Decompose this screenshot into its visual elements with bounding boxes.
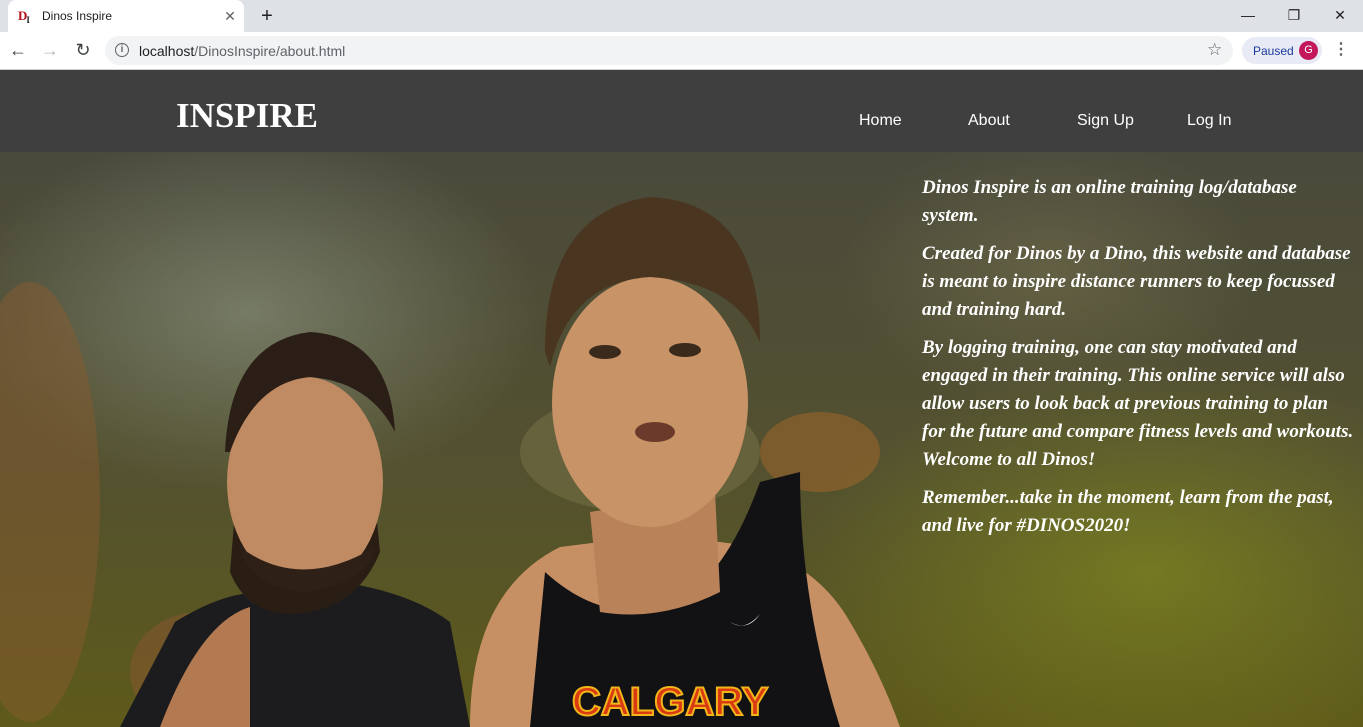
- about-paragraph-closing: Remember...take in the moment, learn fro…: [922, 487, 1334, 536]
- forward-arrow-icon[interactable]: →: [38, 38, 62, 62]
- browser-tabstrip: DI Dinos Inspire ✕ + — ❐ ✕: [0, 0, 1363, 32]
- site-favicon-icon: DI: [18, 8, 30, 25]
- kebab-menu-icon[interactable]: ⋮: [1331, 40, 1351, 60]
- about-paragraph-purpose: Created for Dinos by a Dino, this websit…: [922, 243, 1351, 320]
- hero-photo: CALGARY Dinos Inspire is an online train…: [0, 152, 1363, 727]
- window-close-icon[interactable]: ✕: [1317, 0, 1363, 30]
- about-text-block: Dinos Inspire is an online training log/…: [922, 174, 1354, 550]
- about-paragraph-benefits: By logging training, one can stay motiva…: [922, 337, 1354, 470]
- url-host: localhost: [139, 43, 195, 59]
- bookmark-star-icon[interactable]: ☆: [1207, 40, 1222, 60]
- url-path: /DinosInspire/about.html: [194, 43, 346, 59]
- tab-title: Dinos Inspire: [42, 9, 113, 23]
- nav-link-about[interactable]: About: [968, 112, 1010, 130]
- new-tab-icon[interactable]: +: [256, 5, 278, 27]
- browser-tab[interactable]: DI Dinos Inspire ✕: [8, 0, 244, 32]
- back-arrow-icon[interactable]: ←: [6, 38, 30, 62]
- url-text[interactable]: localhost/DinosInspire/about.html: [139, 43, 345, 59]
- site-info-icon[interactable]: i: [115, 43, 129, 57]
- avatar: G: [1299, 41, 1318, 60]
- close-tab-icon[interactable]: ✕: [222, 8, 238, 24]
- reload-icon[interactable]: ↻: [71, 38, 95, 62]
- nav-link-home[interactable]: Home: [859, 112, 902, 130]
- sync-status-label: Paused: [1253, 44, 1294, 58]
- site-brand[interactable]: INSPIRE: [176, 96, 318, 136]
- browser-toolbar: ← → ↻ i localhost/DinosInspire/about.htm…: [0, 32, 1363, 70]
- jersey-text: CALGARY: [572, 680, 769, 724]
- nav-link-sign-up[interactable]: Sign Up: [1077, 112, 1134, 130]
- address-bar[interactable]: i localhost/DinosInspire/about.html ☆: [105, 36, 1233, 65]
- nav-link-log-in[interactable]: Log In: [1187, 112, 1231, 130]
- profile-button[interactable]: Paused G: [1242, 37, 1322, 64]
- about-paragraph-intro: Dinos Inspire is an online training log/…: [922, 177, 1297, 226]
- restore-icon[interactable]: ❐: [1271, 0, 1317, 30]
- minimize-icon[interactable]: —: [1225, 0, 1271, 30]
- site-header: INSPIRE Home About Sign Up Log In: [0, 70, 1363, 152]
